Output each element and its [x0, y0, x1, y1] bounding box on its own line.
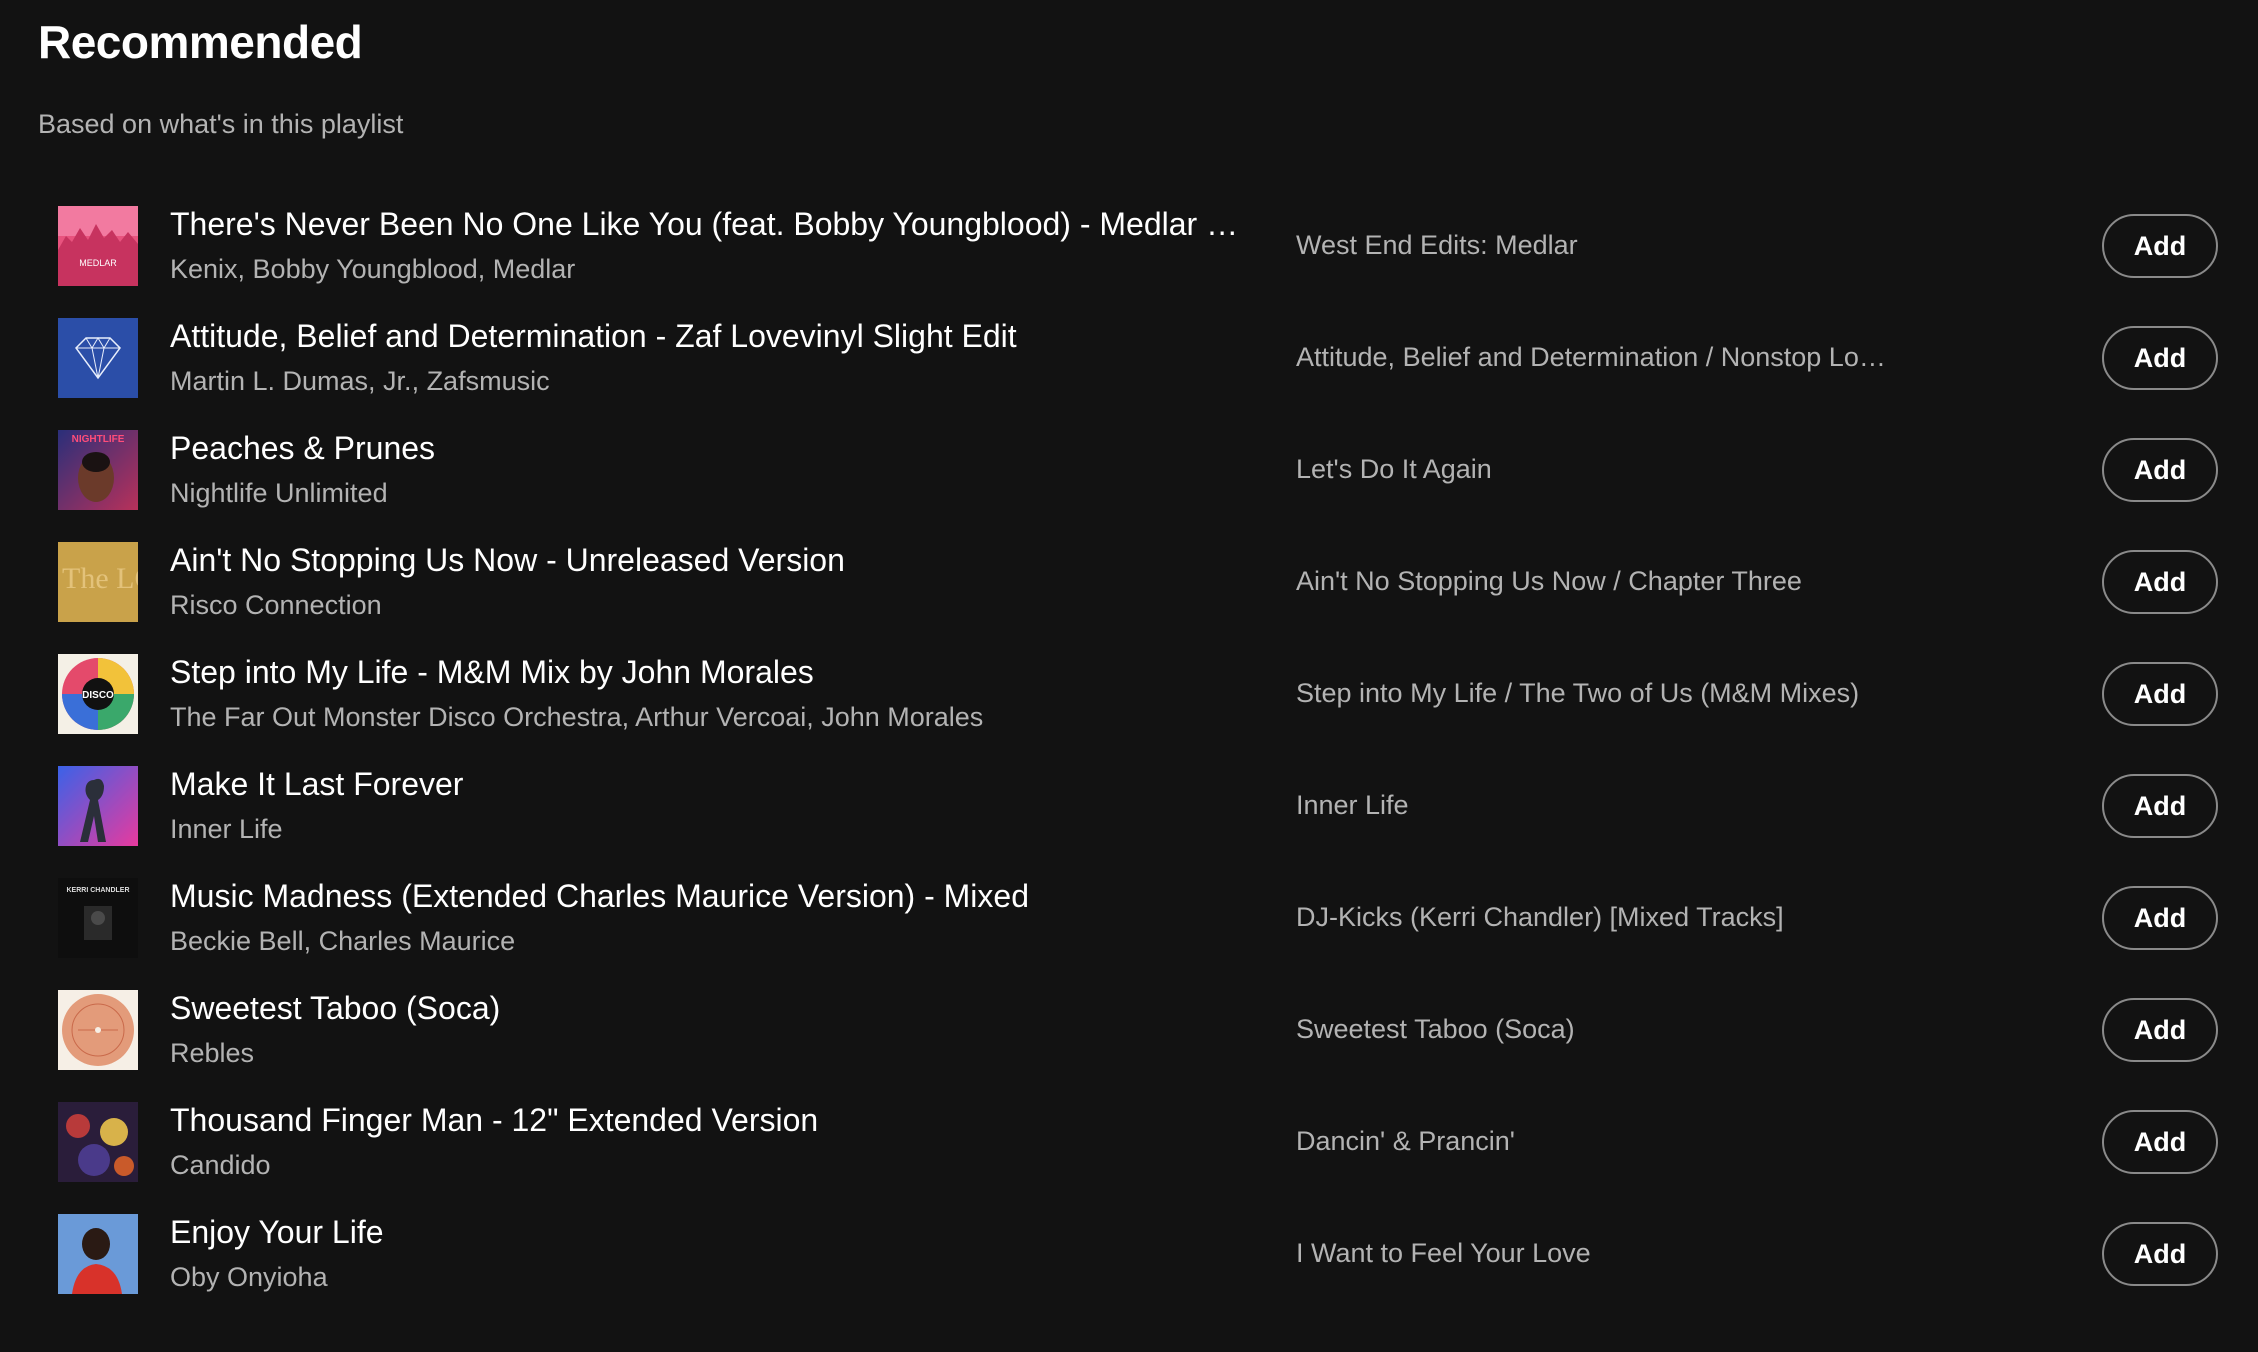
- album-art[interactable]: [58, 318, 138, 398]
- add-button[interactable]: Add: [2102, 214, 2218, 278]
- track-row[interactable]: The LOFT Ain't No Stopping Us Now - Unre…: [0, 530, 2258, 642]
- track-row[interactable]: NIGHTLIFE Peaches & Prunes Nightlife Unl…: [0, 418, 2258, 530]
- album-name[interactable]: Dancin' & Prancin': [1296, 1124, 1896, 1158]
- add-button[interactable]: Add: [2102, 1222, 2218, 1286]
- track-title[interactable]: There's Never Been No One Like You (feat…: [170, 204, 1240, 244]
- track-row[interactable]: MEDLAR There's Never Been No One Like Yo…: [0, 194, 2258, 306]
- track-title[interactable]: Music Madness (Extended Charles Maurice …: [170, 876, 1240, 916]
- album-art[interactable]: [58, 1102, 138, 1182]
- sweetest-taboo-album-art-image: [58, 990, 138, 1070]
- album-art[interactable]: DISCO: [58, 654, 138, 734]
- svg-text:KERRI CHANDLER: KERRI CHANDLER: [67, 887, 130, 894]
- add-button[interactable]: Add: [2102, 886, 2218, 950]
- track-artists[interactable]: Beckie Bell, Charles Maurice: [170, 924, 1240, 958]
- track-row[interactable]: Make It Last Forever Inner Life Inner Li…: [0, 754, 2258, 866]
- track-artists[interactable]: Inner Life: [170, 812, 1240, 846]
- add-button[interactable]: Add: [2102, 1110, 2218, 1174]
- track-title[interactable]: Sweetest Taboo (Soca): [170, 988, 1240, 1028]
- track-title[interactable]: Peaches & Prunes: [170, 428, 1240, 468]
- album-art[interactable]: The LOFT: [58, 542, 138, 622]
- album-art-medlar-image: MEDLAR: [58, 206, 138, 286]
- add-button[interactable]: Add: [2102, 662, 2218, 726]
- album-art[interactable]: [58, 990, 138, 1070]
- album-name[interactable]: I Want to Feel Your Love: [1296, 1236, 1896, 1270]
- add-button[interactable]: Add: [2102, 550, 2218, 614]
- kerri-chandler-album-art-image: KERRI CHANDLER: [58, 878, 138, 958]
- track-artists[interactable]: Kenix, Bobby Youngblood, Medlar: [170, 252, 1240, 286]
- add-button[interactable]: Add: [2102, 774, 2218, 838]
- nightlife-album-art-image: NIGHTLIFE: [58, 430, 138, 510]
- track-row[interactable]: Enjoy Your Life Oby Onyioha I Want to Fe…: [0, 1202, 2258, 1314]
- track-title[interactable]: Make It Last Forever: [170, 764, 1240, 804]
- album-name[interactable]: Ain't No Stopping Us Now / Chapter Three: [1296, 564, 1896, 598]
- disco-album-art-image: DISCO: [58, 654, 138, 734]
- oby-onyioha-album-art-image: [58, 1214, 138, 1294]
- album-art[interactable]: [58, 1214, 138, 1294]
- svg-text:The LOFT: The LOFT: [62, 562, 138, 595]
- svg-text:MEDLAR: MEDLAR: [79, 258, 117, 268]
- candido-album-art-image: [58, 1102, 138, 1182]
- track-artists[interactable]: Risco Connection: [170, 588, 1240, 622]
- track-row[interactable]: Thousand Finger Man - 12" Extended Versi…: [0, 1090, 2258, 1202]
- track-artists[interactable]: Oby Onyioha: [170, 1260, 1240, 1294]
- the-loft-album-art-image: The LOFT: [58, 542, 138, 622]
- section-subtitle: Based on what's in this playlist: [38, 109, 404, 139]
- album-art[interactable]: MEDLAR: [58, 206, 138, 286]
- album-name[interactable]: DJ-Kicks (Kerri Chandler) [Mixed Tracks]: [1296, 900, 1896, 934]
- add-button[interactable]: Add: [2102, 998, 2218, 1062]
- track-row[interactable]: Attitude, Belief and Determination - Zaf…: [0, 306, 2258, 418]
- track-artists[interactable]: Nightlife Unlimited: [170, 476, 1240, 510]
- album-name[interactable]: Attitude, Belief and Determination / Non…: [1296, 340, 1896, 374]
- album-name[interactable]: Step into My Life / The Two of Us (M&M M…: [1296, 676, 1896, 710]
- inner-life-album-art-image: [58, 766, 138, 846]
- track-title[interactable]: Thousand Finger Man - 12" Extended Versi…: [170, 1100, 1240, 1140]
- track-title[interactable]: Ain't No Stopping Us Now - Unreleased Ve…: [170, 540, 1240, 580]
- add-button[interactable]: Add: [2102, 438, 2218, 502]
- track-title[interactable]: Enjoy Your Life: [170, 1212, 1240, 1252]
- album-art[interactable]: NIGHTLIFE: [58, 430, 138, 510]
- diamond-album-art-image: [58, 318, 138, 398]
- track-artists[interactable]: Martin L. Dumas, Jr., Zafsmusic: [170, 364, 1240, 398]
- track-artists[interactable]: Candido: [170, 1148, 1240, 1182]
- track-row[interactable]: DISCO Step into My Life - M&M Mix by Joh…: [0, 642, 2258, 754]
- track-title[interactable]: Step into My Life - M&M Mix by John Mora…: [170, 652, 1240, 692]
- svg-text:DISCO: DISCO: [82, 690, 114, 701]
- album-name[interactable]: Inner Life: [1296, 788, 1896, 822]
- track-title[interactable]: Attitude, Belief and Determination - Zaf…: [170, 316, 1240, 356]
- section-header: Recommended Based on what's in this play…: [38, 14, 403, 140]
- track-artists[interactable]: The Far Out Monster Disco Orchestra, Art…: [170, 700, 1240, 734]
- section-title: Recommended: [38, 16, 363, 68]
- recommended-track-list: MEDLAR There's Never Been No One Like Yo…: [0, 194, 2258, 1314]
- album-name[interactable]: West End Edits: Medlar: [1296, 228, 1896, 262]
- add-button[interactable]: Add: [2102, 326, 2218, 390]
- track-row[interactable]: Sweetest Taboo (Soca) Rebles Sweetest Ta…: [0, 978, 2258, 1090]
- album-name[interactable]: Sweetest Taboo (Soca): [1296, 1012, 1896, 1046]
- album-art[interactable]: [58, 766, 138, 846]
- track-row[interactable]: KERRI CHANDLER Music Madness (Extended C…: [0, 866, 2258, 978]
- album-art[interactable]: KERRI CHANDLER: [58, 878, 138, 958]
- svg-text:NIGHTLIFE: NIGHTLIFE: [72, 434, 125, 445]
- album-name[interactable]: Let's Do It Again: [1296, 452, 1896, 486]
- track-artists[interactable]: Rebles: [170, 1036, 1240, 1070]
